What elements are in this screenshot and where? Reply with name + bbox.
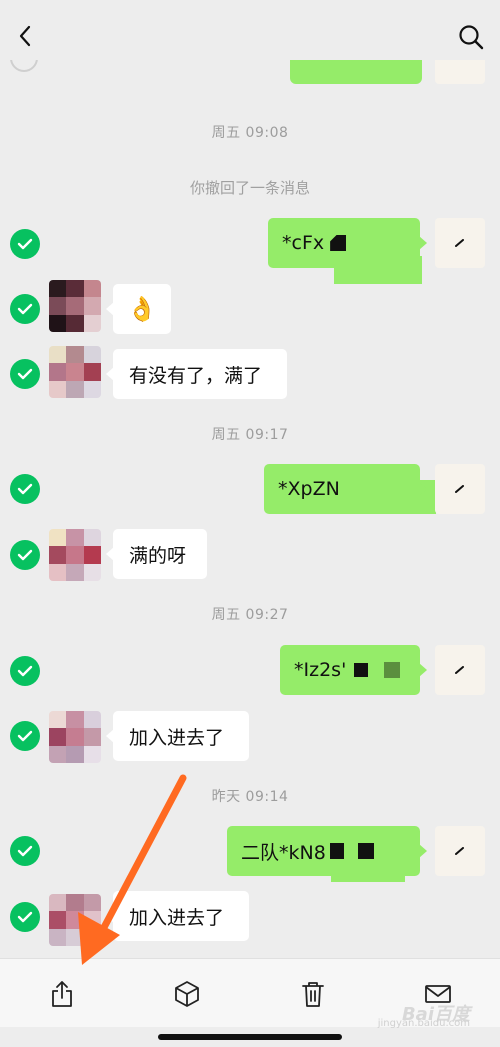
message-text: 加入进去了 [129,726,225,749]
mail-button[interactable] [421,977,455,1011]
file-thumbnail[interactable] [435,464,485,514]
checkmark-icon [17,845,33,857]
checkmark-icon [17,549,33,561]
ok-hand-emoji: 👌 [127,295,157,323]
multi-select-toolbar [0,958,500,1027]
file-thumbnail[interactable] [435,645,485,695]
emoji-bubble[interactable]: 👌 [106,284,171,334]
recall-notice: 你撤回了一条消息 [189,179,310,197]
redaction-block [330,235,347,251]
mail-icon [425,985,451,1003]
incoming-bubble[interactable]: 加入进去了 [106,891,249,941]
redaction-overlay [334,256,422,284]
select-check[interactable] [10,902,40,932]
chevron-left-icon [19,25,31,47]
share-button[interactable] [45,977,79,1011]
checkmark-icon [17,730,33,742]
home-indicator [158,1034,342,1040]
share-icon [52,981,72,1007]
redaction-block [357,843,374,859]
search-icon [459,25,484,50]
favorite-button[interactable] [170,977,204,1011]
image-fragment-icon [455,666,464,674]
redaction-block [329,843,344,859]
checkmark-icon [17,368,33,380]
select-check[interactable] [10,540,40,570]
annotation-arrow [78,774,187,965]
redaction-block [354,663,369,677]
search-button[interactable] [454,20,488,54]
select-check[interactable] [10,359,40,389]
outgoing-bubble[interactable]: *Iz2s' [280,645,427,695]
message-text: 有没有了，满了 [129,364,263,387]
redaction-overlay [331,864,405,882]
avatar[interactable] [49,894,101,946]
file-thumbnail[interactable] [435,60,485,84]
select-check[interactable] [10,229,40,259]
checkmark-icon [17,303,33,315]
message-text: 满的呀 [129,544,187,567]
message-text: *Iz2s' [294,659,347,681]
outgoing-bubble[interactable]: 二队*kN8 [227,826,427,882]
incoming-bubble[interactable]: 加入进去了 [106,711,249,761]
delete-button[interactable] [296,977,330,1011]
file-thumbnail[interactable] [435,218,485,268]
avatar[interactable] [49,711,101,763]
previous-message-row [0,60,500,84]
timestamp: 昨天 09:14 [211,789,289,805]
message-text: *XpZN [278,478,340,500]
redaction-overlay [338,480,436,514]
avatar[interactable] [49,346,101,398]
outgoing-bubble[interactable] [290,60,422,84]
message-text: 二队*kN8 [241,841,326,864]
checkmark-icon [17,665,33,677]
incoming-bubble[interactable]: 有没有了，满了 [106,349,287,399]
timestamp: 周五 09:17 [211,427,289,443]
select-check[interactable] [10,836,40,866]
message-text: *cFx [282,232,325,254]
incoming-bubble[interactable]: 满的呀 [106,529,207,579]
timestamp: 周五 09:08 [211,125,289,141]
checkmark-icon [17,483,33,495]
message-text: 加入进去了 [129,906,225,929]
image-fragment-icon [455,239,464,247]
trash-icon [302,982,324,1007]
back-button[interactable] [10,20,40,52]
outgoing-bubble[interactable]: *XpZN [264,464,436,514]
image-fragment-icon [455,485,464,493]
select-circle[interactable] [10,60,38,72]
image-fragment-icon [455,847,464,855]
redaction-block [384,662,401,678]
select-check[interactable] [10,294,40,324]
select-check[interactable] [10,721,40,751]
avatar[interactable] [49,280,101,332]
outgoing-bubble[interactable]: *cFx [268,218,427,284]
watermark-url: jingyan.baidu.com [377,1018,470,1029]
file-thumbnail[interactable] [435,826,485,876]
cube-icon [175,981,199,1007]
checkmark-icon [17,911,33,923]
avatar[interactable] [49,529,101,581]
select-check[interactable] [10,474,40,504]
checkmark-icon [17,238,33,250]
select-check[interactable] [10,656,40,686]
timestamp: 周五 09:27 [211,607,289,623]
